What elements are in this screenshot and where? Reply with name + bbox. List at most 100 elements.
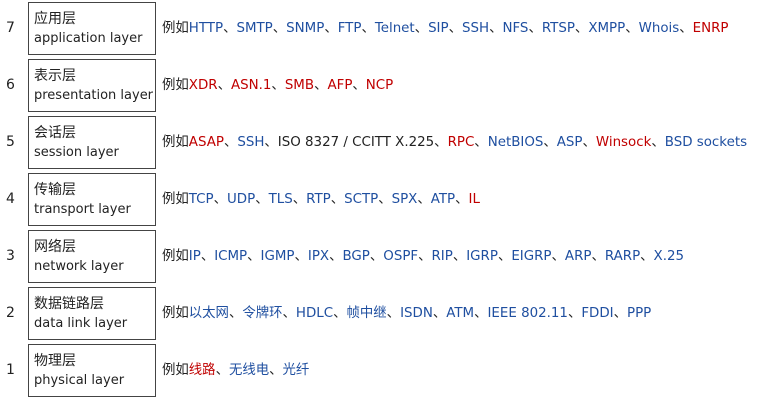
protocol-name[interactable]: 令牌环 xyxy=(242,306,282,321)
protocol-name[interactable]: ATM xyxy=(446,306,474,321)
protocol-name[interactable]: SSH xyxy=(237,135,264,150)
protocol-name[interactable]: Winsock xyxy=(596,135,651,150)
protocol-name[interactable]: 线路 xyxy=(189,363,216,378)
protocol-name[interactable]: TLS xyxy=(269,192,293,207)
protocol-name[interactable]: FTP xyxy=(338,21,362,36)
protocol-separator: 、 xyxy=(292,192,307,207)
protocol-name[interactable]: IP xyxy=(189,249,201,264)
protocol-name[interactable]: SMB xyxy=(285,78,314,93)
protocol-name[interactable]: IGMP xyxy=(261,249,295,264)
protocol-name[interactable]: IEEE 802.11 xyxy=(487,306,567,321)
protocol-name[interactable]: RIP xyxy=(432,249,453,264)
protocol-name[interactable]: Whois xyxy=(639,21,680,36)
protocol-name[interactable]: XMPP xyxy=(588,21,625,36)
protocol-name[interactable]: AFP xyxy=(327,78,352,93)
protocol-separator: 、 xyxy=(269,363,283,378)
protocol-name[interactable]: SNMP xyxy=(286,21,324,36)
protocol-name[interactable]: ISDN xyxy=(400,306,433,321)
protocol-list: 例如HTTP、SMTP、SNMP、FTP、Telnet、SIP、SSH、NFS、… xyxy=(162,0,728,57)
layer-name-zh: 应用层 xyxy=(34,11,76,27)
protocol-list: 例如TCP、UDP、TLS、RTP、SCTP、SPX、ATP、IL xyxy=(162,171,480,228)
protocol-name[interactable]: IPX xyxy=(308,249,329,264)
protocol-separator: 、 xyxy=(217,78,231,93)
protocol-name[interactable]: IGRP xyxy=(466,249,498,264)
protocol-name[interactable]: NCP xyxy=(366,78,393,93)
protocol-separator: 、 xyxy=(474,306,488,321)
layer-number: 6 xyxy=(6,77,15,93)
protocol-name[interactable]: BGP xyxy=(342,249,369,264)
protocol-name[interactable]: RTSP xyxy=(542,21,575,36)
layer-number: 3 xyxy=(6,248,15,264)
protocol-name[interactable]: RARP xyxy=(605,249,640,264)
protocol-list: 例如IP、ICMP、IGMP、IPX、BGP、OSPF、RIP、IGRP、EIG… xyxy=(162,228,684,285)
layer-name-box: 应用层 application layer xyxy=(28,2,156,55)
protocol-name[interactable]: X.25 xyxy=(654,249,684,264)
protocol-name[interactable]: 无线电 xyxy=(229,363,269,378)
protocol-name[interactable]: SCTP xyxy=(344,192,378,207)
layer-number: 7 xyxy=(6,20,15,36)
protocol-name[interactable]: EIGRP xyxy=(511,249,551,264)
protocol-name[interactable]: IL xyxy=(469,192,480,207)
protocol-name[interactable]: NFS xyxy=(502,21,528,36)
protocol-separator: 、 xyxy=(314,78,328,93)
protocol-prefix: 例如 xyxy=(162,363,189,378)
layer-name-box: 物理层 physical layer xyxy=(28,344,156,397)
layer-row-3: 3 网络层 network layer 例如IP、ICMP、IGMP、IPX、BGP、… xyxy=(0,228,771,285)
protocol-separator: 、 xyxy=(228,306,243,321)
protocol-name[interactable]: 以太网 xyxy=(189,306,229,321)
layer-name-zh: 网络层 xyxy=(34,239,76,255)
protocol-name[interactable]: 帧中继 xyxy=(347,306,387,321)
protocol-name[interactable]: RTP xyxy=(306,192,331,207)
protocol-name[interactable]: UDP xyxy=(227,192,255,207)
protocol-separator: 、 xyxy=(574,21,589,36)
protocol-name[interactable]: Telnet xyxy=(375,21,415,36)
protocol-separator: 、 xyxy=(551,249,565,264)
protocol-name[interactable]: FDDI xyxy=(581,306,613,321)
protocol-name[interactable]: ARP xyxy=(565,249,592,264)
protocol-name[interactable]: SIP xyxy=(428,21,449,36)
layer-number: 4 xyxy=(6,191,15,207)
protocol-name[interactable]: ASN.1 xyxy=(231,78,271,93)
protocol-separator: 、 xyxy=(651,135,665,150)
layer-name-zh: 物理层 xyxy=(34,353,76,369)
protocol-separator: 、 xyxy=(543,135,557,150)
protocol-name[interactable]: ASAP xyxy=(189,135,224,150)
layer-name-en: presentation layer xyxy=(34,88,154,103)
protocol-name[interactable]: ASP xyxy=(557,135,583,150)
protocol-name[interactable]: ISO 8327 / CCITT X.225 xyxy=(278,135,434,150)
protocol-name[interactable]: HDLC xyxy=(296,306,333,321)
layer-name-box: 网络层 network layer xyxy=(28,230,156,283)
protocol-separator: 、 xyxy=(414,21,429,36)
layer-row-5: 5 会话层 session layer 例如ASAP、SSH、ISO 8327 / C… xyxy=(0,114,771,171)
protocol-name[interactable]: HTTP xyxy=(189,21,223,36)
protocol-name[interactable]: NetBIOS xyxy=(488,135,544,150)
layer-name-zh: 数据链路层 xyxy=(34,296,104,312)
protocol-separator: 、 xyxy=(567,306,582,321)
protocol-name[interactable]: RPC xyxy=(448,135,475,150)
protocol-separator: 、 xyxy=(582,135,596,150)
protocol-name[interactable]: PPP xyxy=(627,306,651,321)
protocol-name[interactable]: OSPF xyxy=(383,249,418,264)
protocol-name[interactable]: SSH xyxy=(462,21,489,36)
protocol-separator: 、 xyxy=(369,249,384,264)
layer-row-1: 1 物理层 physical layer 例如线路、无线电、光纤 xyxy=(0,342,771,399)
layer-name-zh: 会话层 xyxy=(34,125,76,141)
layer-name-box: 会话层 session layer xyxy=(28,116,156,169)
protocol-separator: 、 xyxy=(378,192,392,207)
protocol-name[interactable]: SPX xyxy=(392,192,418,207)
protocol-name[interactable]: TCP xyxy=(189,192,214,207)
protocol-name[interactable]: ATP xyxy=(431,192,455,207)
protocol-separator: 、 xyxy=(294,249,308,264)
protocol-separator: 、 xyxy=(591,249,605,264)
protocol-name[interactable]: SMTP xyxy=(236,21,272,36)
protocol-name[interactable]: 光纤 xyxy=(283,363,310,378)
protocol-name[interactable]: BSD sockets xyxy=(665,135,747,150)
protocol-name[interactable]: ICMP xyxy=(214,249,247,264)
layer-name-box: 传输层 transport layer xyxy=(28,173,156,226)
protocol-separator: 、 xyxy=(448,21,462,36)
protocol-separator: 、 xyxy=(223,135,238,150)
protocol-prefix: 例如 xyxy=(162,249,189,264)
layer-row-2: 2 数据链路层 data link layer 例如以太网、令牌环、HDLC、帧中继、… xyxy=(0,285,771,342)
protocol-name[interactable]: XDR xyxy=(189,78,218,93)
protocol-name[interactable]: ENRP xyxy=(693,21,729,36)
